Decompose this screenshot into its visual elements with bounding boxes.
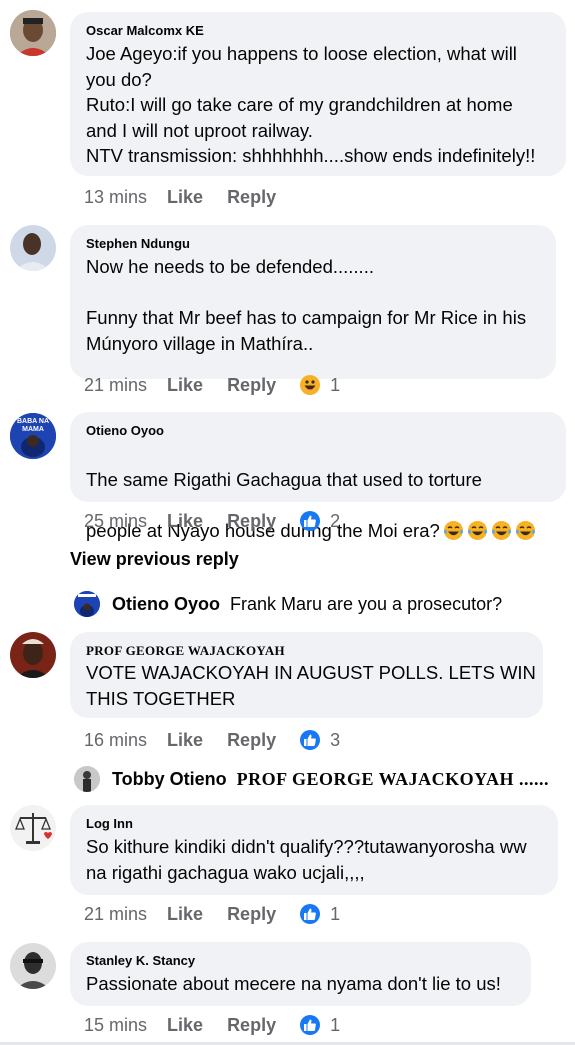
- reaction-count: 1: [330, 1014, 341, 1035]
- haha-icon: [300, 375, 321, 395]
- reply-preview[interactable]: Otieno Oyoo Frank Maru are you a prosecu…: [74, 590, 502, 618]
- avatar[interactable]: [10, 225, 56, 271]
- like-icon: [300, 1015, 321, 1035]
- comment-bubble: Stephen Ndungu Now he needs to be defend…: [70, 225, 556, 379]
- person-photo-icon: [10, 943, 56, 989]
- comment-bubble: Stanley K. Stancy Passionate about mecer…: [70, 942, 531, 1006]
- tears-of-joy-icon: [467, 520, 487, 540]
- like-icon: [300, 511, 321, 531]
- reaction-count: 1: [330, 374, 341, 395]
- comment-text: So kithure kindiki didn't qualify???tuta…: [86, 836, 527, 883]
- comment-otieno: BABA NA MAMA Otieno Oyoo The same Rigath…: [0, 405, 575, 545]
- person-photo-icon: [10, 225, 56, 271]
- like-button[interactable]: Like: [167, 730, 203, 751]
- reaction-summary[interactable]: 1: [300, 1015, 340, 1036]
- person-photo-icon: [10, 632, 56, 678]
- reply-button[interactable]: Reply: [227, 375, 276, 396]
- comment-author[interactable]: PROF GEORGE WAJACKOYAH: [86, 643, 285, 659]
- comment-wajackoyah: PROF GEORGE WAJACKOYAH VOTE WAJACKOYAH I…: [0, 627, 575, 762]
- like-icon: [300, 730, 321, 750]
- comment-text: Now he needs to be defended........ Funn…: [86, 256, 527, 354]
- comment-author[interactable]: Oscar Malcomx KE: [86, 23, 204, 38]
- reaction-count: 3: [330, 729, 341, 750]
- reaction-summary[interactable]: 1: [300, 375, 340, 396]
- reply-button[interactable]: Reply: [227, 187, 276, 208]
- tears-of-joy-icon: [491, 520, 511, 540]
- avatar[interactable]: [10, 10, 56, 56]
- view-previous-reply-link[interactable]: View previous reply: [70, 549, 239, 570]
- reply-button[interactable]: Reply: [227, 1015, 276, 1036]
- reply-text: Frank Maru are you a prosecutor?: [230, 593, 503, 614]
- reply-author[interactable]: Tobby Otieno: [112, 769, 227, 790]
- avatar-logo-text: BABA NA MAMA: [16, 418, 50, 433]
- campaign-logo-icon: [74, 591, 100, 617]
- person-photo-icon: [74, 766, 100, 792]
- reply-button[interactable]: Reply: [227, 730, 276, 751]
- like-button[interactable]: Like: [167, 511, 203, 532]
- comment-time[interactable]: 13 mins: [84, 187, 147, 208]
- comment-bubble: Log Inn So kithure kindiki didn't qualif…: [70, 805, 558, 895]
- comment-actions: 13 mins Like Reply: [84, 185, 300, 209]
- reaction-summary[interactable]: 2: [300, 511, 340, 532]
- comment-author[interactable]: Stephen Ndungu: [86, 236, 190, 251]
- reply-preview[interactable]: Tobby Otieno PROF GEORGE WAJACKOYAH ....…: [74, 765, 549, 793]
- comment-time[interactable]: 16 mins: [84, 730, 147, 751]
- comment-text: Passionate about mecere na nyama don't l…: [86, 973, 501, 994]
- comment-actions: 16 mins Like Reply 3: [84, 728, 340, 752]
- reply-button[interactable]: Reply: [227, 511, 276, 532]
- tears-of-joy-icon: [443, 520, 463, 540]
- reaction-count: 2: [330, 510, 341, 531]
- avatar[interactable]: [74, 591, 100, 617]
- reply-button[interactable]: Reply: [227, 904, 276, 925]
- person-photo-icon: [10, 10, 56, 56]
- comment-text-line: The same Rigathi Gachagua that used to t…: [86, 468, 482, 490]
- reaction-count: 1: [330, 903, 341, 924]
- comment-bubble: Oscar Malcomx KE Joe Ageyo:if you happen…: [70, 12, 566, 176]
- like-button[interactable]: Like: [167, 904, 203, 925]
- comment-text: VOTE WAJACKOYAH IN AUGUST POLLS. LETS WI…: [86, 662, 536, 709]
- comment-actions: 15 mins Like Reply 1: [84, 1013, 340, 1037]
- comment-actions: 21 mins Like Reply 1: [84, 902, 340, 926]
- avatar[interactable]: [10, 805, 56, 851]
- comment-actions: 25 mins Like Reply 2: [84, 509, 340, 533]
- comment-author[interactable]: Log Inn: [86, 816, 133, 831]
- comment-stephen: Stephen Ndungu Now he needs to be defend…: [0, 215, 575, 405]
- tears-of-joy-icon: [515, 520, 535, 540]
- avatar[interactable]: [10, 632, 56, 678]
- like-button[interactable]: Like: [167, 375, 203, 396]
- comment-author[interactable]: Otieno Oyoo: [86, 423, 164, 438]
- comment-stanley: Stanley K. Stancy Passionate about mecer…: [0, 935, 575, 1042]
- reply-text: PROF GEORGE WAJACKOYAH ......: [236, 768, 550, 789]
- reply-author[interactable]: Otieno Oyoo: [112, 594, 220, 615]
- comment-text: Joe Ageyo:if you happens to loose electi…: [86, 43, 536, 166]
- like-icon: [300, 904, 321, 924]
- like-button[interactable]: Like: [167, 187, 203, 208]
- scales-of-justice-icon: [10, 805, 56, 851]
- comment-time[interactable]: 25 mins: [84, 511, 147, 532]
- comment-oscar: Oscar Malcomx KE Joe Ageyo:if you happen…: [0, 0, 575, 215]
- reaction-summary[interactable]: 3: [300, 730, 340, 751]
- comment-actions: 21 mins Like Reply 1: [84, 373, 340, 397]
- comment-author[interactable]: Stanley K. Stancy: [86, 953, 195, 968]
- avatar[interactable]: BABA NA MAMA: [10, 413, 56, 459]
- reaction-summary[interactable]: 1: [300, 904, 340, 925]
- avatar[interactable]: [74, 766, 100, 792]
- avatar[interactable]: [10, 943, 56, 989]
- like-button[interactable]: Like: [167, 1015, 203, 1036]
- comment-time[interactable]: 15 mins: [84, 1015, 147, 1036]
- comment-time[interactable]: 21 mins: [84, 904, 147, 925]
- comment-time[interactable]: 21 mins: [84, 375, 147, 396]
- comment-bubble: PROF GEORGE WAJACKOYAH VOTE WAJACKOYAH I…: [70, 632, 543, 718]
- comment-bubble: Otieno Oyoo The same Rigathi Gachagua th…: [70, 412, 566, 541]
- comment-loginn: Log Inn So kithure kindiki didn't qualif…: [0, 800, 575, 935]
